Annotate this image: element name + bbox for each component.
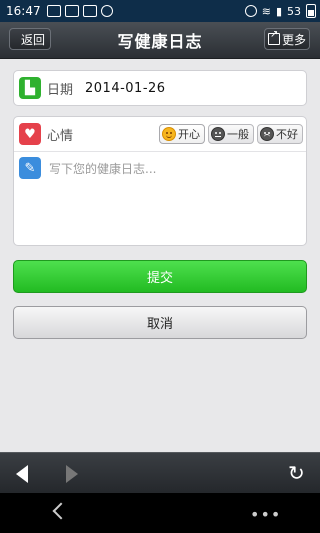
mood-option-happy[interactable]: 开心 [159,124,205,144]
system-icons: ≋ ▮ 53 [244,4,316,18]
mood-note-card: ♥ 心情 开心 一般 不好 ✎ [13,116,307,246]
battery-level: 53 [287,4,301,18]
refresh-icon[interactable]: ↻ [288,463,308,483]
page-title: 写健康日志 [117,32,203,51]
system-back-icon[interactable] [52,502,70,520]
browser-forward-icon[interactable] [66,465,78,483]
mood-option-neutral[interactable]: 一般 [208,124,254,144]
mood-option-label: 开心 [178,128,200,141]
cancel-button[interactable]: 取消 [13,306,307,339]
system-nav-bar: ••• [0,493,320,533]
date-label: 日期 [47,82,74,98]
battery-icon [306,4,316,18]
back-button[interactable]: 返回 [9,28,51,50]
title-bar: 返回 写健康日志 更多 [0,22,320,59]
clock: 16:47 [6,4,41,18]
image-icon [64,5,79,17]
notification-icons [46,5,113,17]
mood-option-label: 不好 [276,128,298,141]
mood-option-label: 一般 [227,128,249,141]
overflow-menu-icon[interactable]: ••• [250,505,281,524]
sad-face-icon [260,127,274,141]
date-value[interactable]: 2014-01-26 [85,81,166,96]
status-bar: 16:47 ≋ ▮ 53 [0,0,320,22]
check-icon [100,5,113,17]
browser-toolbar: ↻ [0,452,320,494]
signal-icon: ▮ [275,4,282,18]
mood-row: ♥ 心情 开心 一般 不好 [14,117,306,152]
more-button[interactable]: 更多 [264,28,310,50]
submit-button[interactable]: 提交 [13,260,307,293]
mood-option-sad[interactable]: 不好 [257,124,303,144]
happy-face-icon [162,127,176,141]
message-icon [82,5,97,17]
browser-back-icon[interactable] [16,465,28,483]
mood-options: 开心 一般 不好 [159,124,303,144]
back-button-label: 返回 [20,32,45,47]
submit-button-label: 提交 [146,271,173,286]
date-row[interactable]: ▙ 日期 2014-01-26 [13,70,307,106]
health-note-input[interactable] [49,157,279,240]
notification-icon [46,5,61,17]
neutral-face-icon [211,127,225,141]
pencil-icon: ✎ [19,157,41,179]
note-row: ✎ [14,152,306,240]
cancel-button-label: 取消 [146,317,173,332]
alarm-icon [244,5,257,17]
wifi-icon: ≋ [261,4,271,18]
heart-icon: ♥ [19,123,41,145]
more-button-label: 更多 [281,32,306,47]
mood-label: 心情 [47,128,74,144]
calendar-icon: ▙ [19,77,41,99]
share-icon [267,29,280,45]
